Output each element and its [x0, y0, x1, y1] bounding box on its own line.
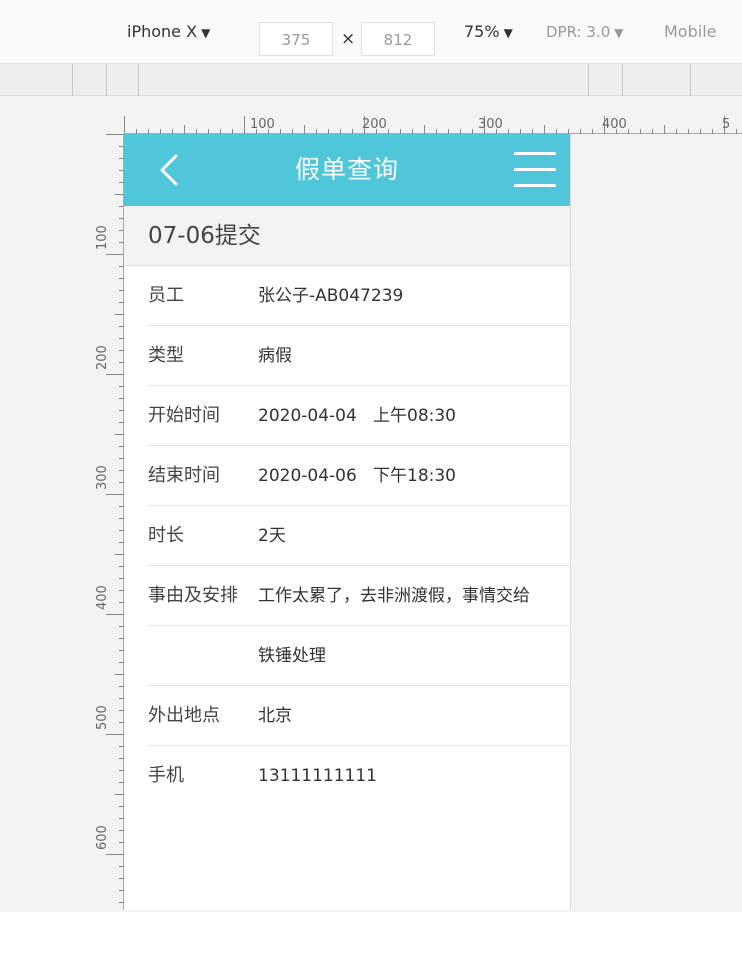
- field-value: 2天: [258, 526, 286, 546]
- ruler-label: 300: [95, 465, 110, 490]
- field-value: 2020-04-04 上午08:30: [258, 406, 456, 426]
- field-value: 2020-04-06 下午18:30: [258, 466, 456, 486]
- ruler-top: 100 200 300 400 5: [124, 116, 742, 134]
- bottom-blank: [0, 912, 742, 954]
- times-sign: ×: [341, 29, 356, 49]
- caret-down-icon: ▼: [614, 26, 624, 40]
- detail-row: 员工 张公子-AB047239: [148, 266, 570, 326]
- hamburger-menu-icon[interactable]: [512, 148, 558, 192]
- ruler-label: 600: [95, 825, 110, 850]
- field-value: 铁锤处理: [258, 646, 326, 666]
- field-value: 工作太累了，去非洲渡假，事情交给: [258, 586, 530, 606]
- field-label: 员工: [148, 285, 184, 306]
- ruler-label: 100: [95, 225, 110, 250]
- width-input[interactable]: 375: [259, 22, 333, 56]
- ruler-label: 400: [602, 117, 627, 132]
- detail-row: 事由及安排 工作太累了，去非洲渡假，事情交给: [148, 566, 570, 626]
- ruler-left: 100 200 300 400 500 600: [95, 134, 124, 910]
- dpr-select[interactable]: DPR: 3.0 ▼: [546, 20, 623, 45]
- mode-select[interactable]: Mobile: [664, 20, 716, 44]
- ruler-label: 5: [722, 117, 730, 132]
- app-header: 假单查询: [124, 134, 570, 206]
- detail-row: 手机 13111111111: [148, 746, 570, 806]
- field-label: 结束时间: [148, 465, 220, 486]
- field-value: 北京: [258, 706, 292, 726]
- ruler-label: 500: [95, 705, 110, 730]
- dpr-value: DPR: 3.0: [546, 23, 611, 41]
- field-label: 类型: [148, 345, 184, 366]
- page-title: 假单查询: [294, 155, 399, 184]
- field-label: 开始时间: [148, 405, 220, 426]
- submit-date-bar: 07-06提交: [124, 206, 570, 266]
- field-label: 手机: [148, 765, 184, 786]
- caret-down-icon: ▼: [503, 26, 513, 40]
- device-select[interactable]: iPhone X ▼: [127, 20, 210, 45]
- zoom-value: 75%: [464, 22, 500, 41]
- device-toolbar: iPhone X ▼ 375 × 812 75% ▼ DPR: 3.0 ▼ Mobil…: [0, 0, 742, 64]
- zoom-select[interactable]: 75% ▼: [464, 20, 513, 45]
- detail-row: 结束时间 2020-04-06 下午18:30: [148, 446, 570, 506]
- detail-row: 铁锤处理: [148, 626, 570, 686]
- detail-row: 开始时间 2020-04-04 上午08:30: [148, 386, 570, 446]
- detail-row: 类型 病假: [148, 326, 570, 386]
- field-label: 事由及安排: [148, 585, 238, 606]
- field-label: 时长: [148, 525, 184, 546]
- ruler-label: 300: [478, 117, 503, 132]
- caret-down-icon: ▼: [201, 26, 211, 40]
- field-label: 外出地点: [148, 705, 220, 726]
- field-value: 13111111111: [258, 766, 377, 786]
- phone-viewport: 假单查询 07-06提交 员工 张公子-AB047239 类型 病假 开始时间 …: [124, 134, 571, 910]
- ruler-label: 200: [362, 117, 387, 132]
- detail-row: 时长 2天: [148, 506, 570, 566]
- media-query-bar: [0, 64, 742, 96]
- detail-row: 外出地点 北京: [148, 686, 570, 746]
- submit-date: 07-06提交: [148, 223, 261, 249]
- ruler-label: 400: [95, 585, 110, 610]
- device-name: iPhone X: [127, 22, 198, 41]
- height-input[interactable]: 812: [361, 22, 435, 56]
- ruler-label: 100: [250, 117, 275, 132]
- field-value: 张公子-AB047239: [258, 286, 404, 306]
- field-value: 病假: [258, 346, 292, 366]
- ruler-label: 200: [95, 345, 110, 370]
